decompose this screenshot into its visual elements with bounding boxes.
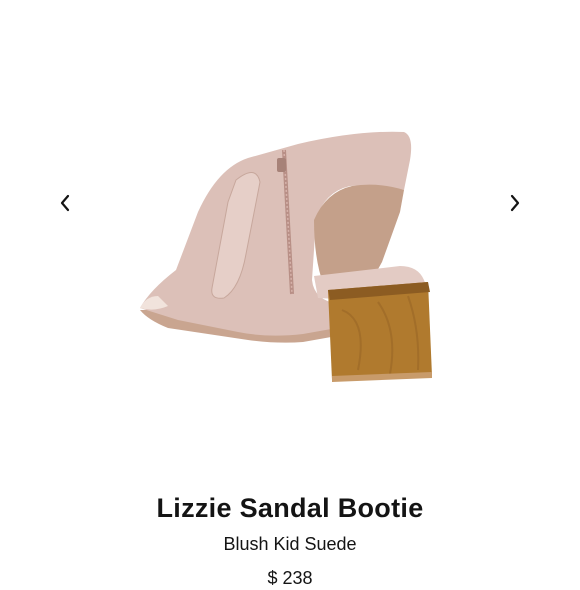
next-image-button[interactable] — [500, 188, 530, 218]
chevron-right-icon — [510, 194, 520, 212]
previous-image-button[interactable] — [50, 188, 80, 218]
product-color: Blush Kid Suede — [223, 534, 357, 554]
product-image — [140, 131, 432, 382]
product-image-carousel — [0, 0, 580, 470]
product-price: $ 238 — [267, 568, 313, 588]
product-info: Lizzie Sandal Bootie Blush Kid Suede $ 2… — [0, 488, 580, 590]
chevron-left-icon — [60, 194, 70, 212]
product-title: Lizzie Sandal Bootie — [156, 493, 424, 523]
